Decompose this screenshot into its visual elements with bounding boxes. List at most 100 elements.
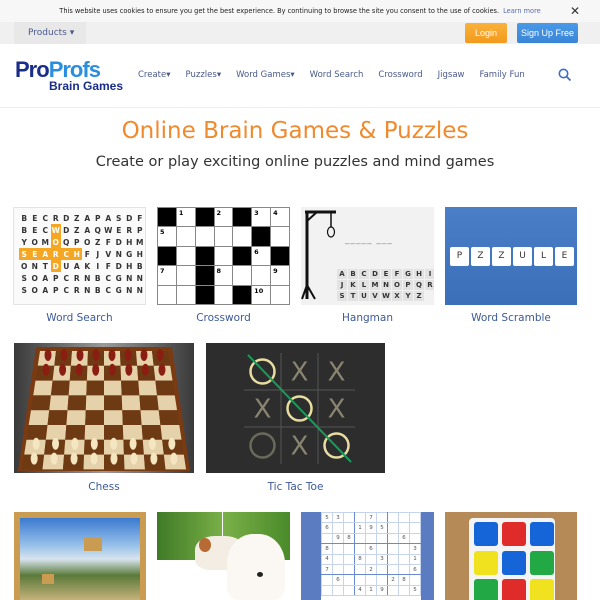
sudoku-cell: 8 [354,553,366,565]
chess-piece-dark [125,363,133,376]
word-search-cell: S [116,213,122,223]
game-label[interactable]: Crossword [157,312,290,324]
chess-square [140,410,161,425]
game-label[interactable]: Hangman [301,312,434,324]
game-tile-hangman[interactable]: _____ ___ ABCDEFGHI JKLMNOPQR STUVWXYZ Han… [301,207,434,327]
hangman-letter: T [348,291,358,301]
sudoku-cell [365,553,377,565]
word-search-cell: N [136,285,143,295]
chess-square [50,380,70,396]
chess-square [85,395,104,411]
word-search-cell: D [115,237,122,247]
sudoku-cell [387,553,399,565]
chess-piece-light [71,437,79,450]
scramble-tile: Z [492,247,511,266]
nav-item-crossword[interactable]: Crossword [378,70,422,80]
sudoku-cell [387,584,399,597]
game-tile-word-search[interactable]: BECRDZAPASDFBECWDZAQWERPYOMOQPOZFDHMSEAR… [13,207,146,327]
word-search-cell: N [126,285,133,295]
chess-square [28,410,50,425]
chess-square [45,425,67,440]
ttt-x-mark: X [328,395,346,425]
sudoku-cell [343,584,355,597]
sudoku-cell [321,574,333,586]
game-tile-jigsaw[interactable] [14,512,146,600]
login-button[interactable]: Login [465,23,507,43]
sudoku-cell: 9 [376,584,388,597]
sudoku-cell [365,574,377,586]
learn-more-link[interactable]: Learn more [503,7,541,15]
sudoku-cell [387,512,399,524]
game-label[interactable]: Tic Tac Toe [206,481,385,493]
products-dropdown[interactable]: Products ▾ [14,22,86,44]
word-search-cell: A [84,213,91,223]
nav-item-word-search[interactable]: Word Search [310,70,364,80]
sudoku-cell: 4 [321,553,333,565]
crossword-cell [232,245,253,267]
sudoku-cell [376,574,388,586]
sudoku-cell [365,532,377,545]
game-tile-crossword[interactable]: 1 2 3 4 5 6 7 8 9 10 Crossword [157,207,290,327]
crossword-cell [270,245,290,267]
game-label[interactable]: Word Scramble [445,312,577,324]
word-search-cell: A [73,261,80,271]
nav-item-jigsaw[interactable]: Jigsaw [438,70,465,80]
crossword-cell: 1 [175,207,196,228]
game-label[interactable]: Chess [14,481,194,493]
chess-piece-light [150,452,158,465]
game-tile-sudoku[interactable]: 537619598686348317266284195 [301,512,434,600]
chess-square [84,425,104,440]
word-search-cell: A [84,225,91,235]
nav-item-create[interactable]: Create▾ [138,70,171,80]
hangman-letter: B [348,269,358,279]
chess-piece-dark [158,363,166,376]
sudoku-cell [376,543,388,555]
sudoku-cell: 6 [365,543,377,555]
word-search-cell: D [50,260,61,272]
word-search-cell: R [126,225,133,235]
sudoku-cell [343,543,355,555]
top-bar: Products ▾ Login Sign Up Free [0,22,600,44]
sudoku-cell [332,522,344,534]
search-icon[interactable] [558,68,572,82]
chess-square [33,380,53,396]
nav-item-word-games[interactable]: Word Games▾ [236,70,295,80]
game-label[interactable]: Word Search [13,312,146,324]
chess-piece-dark [108,349,116,361]
word-search-cell: O [21,261,28,271]
game-tile-chess[interactable]: Chess [14,343,194,495]
sudoku-cell: 1 [409,553,421,565]
word-search-cell: O [31,237,38,247]
crossword-cell [251,265,272,286]
word-search-cell: N [84,285,91,295]
chess-square [67,395,87,411]
game-tile-color-puzzle[interactable] [445,512,577,600]
close-icon[interactable]: ✕ [570,4,580,18]
logo[interactable]: ProProfs Brain Games [15,59,123,94]
chess-piece-light [50,452,58,465]
word-search-cell: C [105,273,111,283]
chess-square [104,395,123,411]
word-search-cell: H [71,248,82,260]
nav-item-family-fun[interactable]: Family Fun [479,70,524,80]
word-search-cell: F [105,237,111,247]
sudoku-cell [376,563,388,576]
word-search-cell: U [63,261,70,271]
hangman-letter: O [392,280,402,290]
word-search-cell: R [73,273,80,283]
cookie-text: This website uses cookies to ensure you … [59,7,500,15]
chess-square [85,410,104,425]
sudoku-cell [387,543,399,555]
sudoku-cell: 1 [354,522,366,534]
word-search-cell: Z [95,237,101,247]
color-square [530,522,554,546]
game-tile-tic-tac-toe[interactable]: XXXXX Tic Tac Toe [206,343,385,495]
crossword-cell [194,226,215,247]
game-tile-picture-puzzle[interactable] [157,512,290,600]
signup-button[interactable]: Sign Up Free [517,23,578,43]
game-tile-word-scramble[interactable]: PZZULE Word Scramble [445,207,577,327]
word-search-cell: B [21,213,28,223]
color-square [474,522,498,546]
main-nav: ProProfs Brain Games Create▾ Puzzles▾ Word… [0,50,600,108]
nav-item-puzzles[interactable]: Puzzles▾ [186,70,222,80]
